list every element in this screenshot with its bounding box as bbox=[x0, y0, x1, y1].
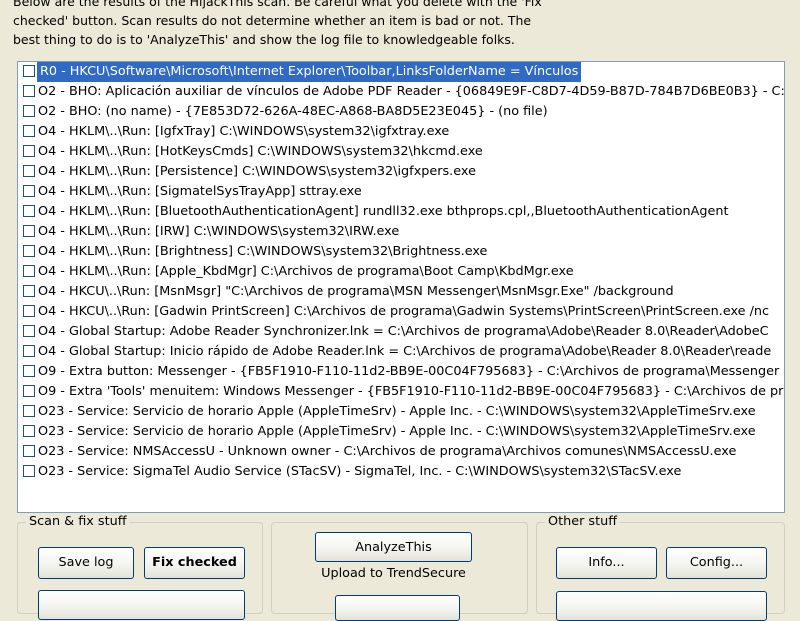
upload-to-trendsecure-label: Upload to TrendSecure bbox=[321, 566, 466, 581]
result-row[interactable]: O4 - HKLM\..\Run: [Brightness] C:\WINDOW… bbox=[18, 242, 784, 262]
result-text: O4 - HKLM\..\Run: [IgfxTray] C:\WINDOWS\… bbox=[38, 124, 450, 139]
result-checkbox[interactable] bbox=[23, 145, 35, 157]
result-checkbox[interactable] bbox=[23, 365, 35, 377]
result-row[interactable]: O2 - BHO: (no name) - {7E853D72-626A-48E… bbox=[18, 102, 784, 122]
result-row[interactable]: O4 - HKCU\..\Run: [Gadwin PrintScreen] C… bbox=[18, 302, 784, 322]
result-row[interactable]: O23 - Service: Servicio de horario Apple… bbox=[18, 422, 784, 442]
result-checkbox[interactable] bbox=[23, 245, 35, 257]
result-row[interactable]: O2 - BHO: Aplicación auxiliar de vínculo… bbox=[18, 82, 784, 102]
result-row[interactable]: O4 - HKLM\..\Run: [IRW] C:\WINDOWS\syste… bbox=[18, 222, 784, 242]
intro-line-1: Below are the results of the HijackThis … bbox=[13, 0, 542, 9]
result-text: O4 - HKLM\..\Run: [Brightness] C:\WINDOW… bbox=[38, 244, 488, 259]
result-row[interactable]: O4 - HKCU\..\Run: [MsnMsgr] "C:\Archivos… bbox=[18, 282, 784, 302]
scan-fix-group: Scan & fix stuff Save log Fix checked bbox=[17, 514, 263, 620]
info-button[interactable]: Info... bbox=[556, 547, 657, 579]
result-row[interactable]: O4 - Global Startup: Inicio rápido de Ad… bbox=[18, 342, 784, 362]
result-row[interactable]: O9 - Extra 'Tools' menuitem: Windows Mes… bbox=[18, 382, 784, 402]
result-checkbox[interactable] bbox=[23, 125, 35, 137]
result-text: O4 - HKLM\..\Run: [SigmatelSysTrayApp] s… bbox=[38, 184, 362, 199]
result-checkbox[interactable] bbox=[23, 265, 35, 277]
result-checkbox[interactable] bbox=[23, 325, 35, 337]
result-text: O4 - HKLM\..\Run: [Apple_KbdMgr] C:\Arch… bbox=[38, 264, 574, 279]
result-row[interactable]: O23 - Service: Servicio de horario Apple… bbox=[18, 402, 784, 422]
result-text: O23 - Service: SigmaTel Audio Service (S… bbox=[38, 464, 682, 479]
other-stuff-group-title: Other stuff bbox=[545, 514, 621, 530]
result-text: O23 - Service: NMSAccessU - Unknown owne… bbox=[38, 444, 737, 459]
result-text: O4 - Global Startup: Inicio rápido de Ad… bbox=[38, 344, 772, 359]
result-row[interactable]: O4 - HKLM\..\Run: [Persistence] C:\WINDO… bbox=[18, 162, 784, 182]
result-checkbox[interactable] bbox=[23, 285, 35, 297]
result-row[interactable]: O4 - Global Startup: Adobe Reader Synchr… bbox=[18, 322, 784, 342]
result-checkbox[interactable] bbox=[23, 405, 35, 417]
result-text: O9 - Extra button: Messenger - {FB5F1910… bbox=[38, 364, 780, 379]
intro-line-2: checked' button. Scan results do not det… bbox=[13, 13, 532, 28]
result-text: O2 - BHO: Aplicación auxiliar de vínculo… bbox=[38, 84, 785, 99]
result-text: O4 - HKLM\..\Run: [Persistence] C:\WINDO… bbox=[38, 164, 476, 179]
scan-results-list[interactable]: R0 - HKCU\Software\Microsoft\Internet Ex… bbox=[17, 61, 785, 513]
result-row[interactable]: O9 - Extra button: Messenger - {FB5F1910… bbox=[18, 362, 784, 382]
result-row[interactable]: O4 - HKLM\..\Run: [SigmatelSysTrayApp] s… bbox=[18, 182, 784, 202]
add-checked-to-ignorelist-button[interactable] bbox=[556, 591, 767, 621]
result-row[interactable]: O23 - Service: SigmaTel Audio Service (S… bbox=[18, 462, 784, 482]
result-row[interactable]: O23 - Service: NMSAccessU - Unknown owne… bbox=[18, 442, 784, 462]
result-checkbox[interactable] bbox=[23, 85, 35, 97]
result-row[interactable]: O4 - HKLM\..\Run: [IgfxTray] C:\WINDOWS\… bbox=[18, 122, 784, 142]
intro-line-3: best thing to do is to 'AnalyzeThis' and… bbox=[13, 32, 515, 47]
result-checkbox[interactable] bbox=[23, 185, 35, 197]
analyze-group: AnalyzeThis Upload to TrendSecure bbox=[271, 522, 528, 621]
result-checkbox[interactable] bbox=[23, 105, 35, 117]
result-row[interactable]: O4 - HKLM\..\Run: [BluetoothAuthenticati… bbox=[18, 202, 784, 222]
result-checkbox[interactable] bbox=[23, 445, 35, 457]
result-checkbox[interactable] bbox=[23, 65, 35, 77]
result-text: O4 - HKCU\..\Run: [MsnMsgr] "C:\Archivos… bbox=[38, 284, 674, 299]
scan-intro-text: Below are the results of the HijackThis … bbox=[13, 0, 793, 49]
result-text: O4 - HKCU\..\Run: [Gadwin PrintScreen] C… bbox=[38, 304, 770, 319]
result-text: O4 - HKLM\..\Run: [IRW] C:\WINDOWS\syste… bbox=[38, 224, 400, 239]
result-text: O4 - Global Startup: Adobe Reader Synchr… bbox=[38, 324, 769, 339]
result-checkbox[interactable] bbox=[23, 345, 35, 357]
result-checkbox[interactable] bbox=[23, 165, 35, 177]
analyze-this-button[interactable]: AnalyzeThis bbox=[315, 532, 472, 562]
result-row[interactable]: O4 - HKLM\..\Run: [HotKeysCmds] C:\WINDO… bbox=[18, 142, 784, 162]
result-checkbox[interactable] bbox=[23, 465, 35, 477]
result-checkbox[interactable] bbox=[23, 205, 35, 217]
analyze-secondary-button[interactable] bbox=[335, 595, 460, 621]
result-text: R0 - HKCU\Software\Microsoft\Internet Ex… bbox=[37, 62, 582, 82]
result-text: O9 - Extra 'Tools' menuitem: Windows Mes… bbox=[38, 384, 784, 399]
result-text: O4 - HKLM\..\Run: [HotKeysCmds] C:\WINDO… bbox=[38, 144, 483, 159]
result-checkbox[interactable] bbox=[23, 305, 35, 317]
result-checkbox[interactable] bbox=[23, 385, 35, 397]
fix-checked-button[interactable]: Fix checked bbox=[144, 547, 245, 579]
config-button[interactable]: Config... bbox=[666, 547, 767, 579]
save-log-button[interactable]: Save log bbox=[38, 547, 134, 579]
info-on-selected-item-button[interactable] bbox=[38, 590, 245, 620]
result-checkbox[interactable] bbox=[23, 425, 35, 437]
result-row[interactable]: O4 - HKLM\..\Run: [Apple_KbdMgr] C:\Arch… bbox=[18, 262, 784, 282]
result-text: O23 - Service: Servicio de horario Apple… bbox=[38, 424, 756, 439]
other-stuff-group: Other stuff Info... Config... bbox=[536, 514, 785, 621]
scan-fix-group-title: Scan & fix stuff bbox=[26, 514, 130, 530]
result-text: O4 - HKLM\..\Run: [BluetoothAuthenticati… bbox=[38, 204, 729, 219]
result-row[interactable]: R0 - HKCU\Software\Microsoft\Internet Ex… bbox=[18, 62, 784, 82]
result-checkbox[interactable] bbox=[23, 225, 35, 237]
result-text: O23 - Service: Servicio de horario Apple… bbox=[38, 404, 756, 419]
result-text: O2 - BHO: (no name) - {7E853D72-626A-48E… bbox=[38, 104, 548, 119]
